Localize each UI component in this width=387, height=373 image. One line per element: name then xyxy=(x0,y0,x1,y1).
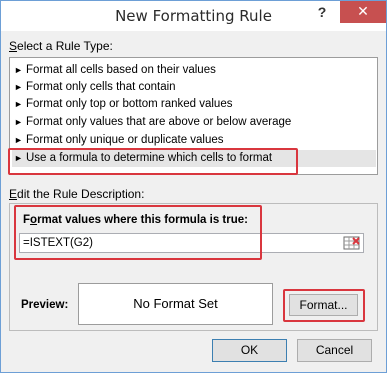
rule-item-above-below-average[interactable]: ► Format only values that are above or be… xyxy=(14,114,291,131)
rule-item-top-bottom[interactable]: ► Format only top or bottom ranked values xyxy=(14,96,232,113)
format-button-highlight xyxy=(283,289,365,322)
rule-item-all-cells[interactable]: ► Format all cells based on their values xyxy=(14,62,216,79)
arrow-icon: ► xyxy=(14,135,23,145)
help-button[interactable]: ? xyxy=(309,1,335,23)
cancel-button[interactable]: Cancel xyxy=(297,339,372,362)
arrow-icon: ► xyxy=(14,99,23,109)
title-bar: New Formatting Rule ? ✕ xyxy=(1,1,386,31)
rule-type-label: Select a Rule Type: xyxy=(9,39,113,53)
rule-item-unique-duplicate[interactable]: ► Format only unique or duplicate values xyxy=(14,132,224,149)
preview-box: No Format Set xyxy=(78,283,273,325)
rule-item-cells-contain[interactable]: ► Format only cells that contain xyxy=(14,79,176,96)
range-selector-icon[interactable] xyxy=(343,235,361,251)
formula-highlight xyxy=(14,205,262,260)
arrow-icon: ► xyxy=(14,65,23,75)
preview-label: Preview: xyxy=(21,299,69,311)
arrow-icon: ► xyxy=(14,82,23,92)
new-formatting-rule-dialog: New Formatting Rule ? ✕ Select a Rule Ty… xyxy=(0,0,387,373)
close-button[interactable]: ✕ xyxy=(340,1,386,23)
formula-rule-highlight xyxy=(8,148,298,175)
rule-description-label: Edit the Rule Description: xyxy=(9,187,145,201)
arrow-icon: ► xyxy=(14,117,23,127)
ok-button[interactable]: OK xyxy=(212,339,287,362)
